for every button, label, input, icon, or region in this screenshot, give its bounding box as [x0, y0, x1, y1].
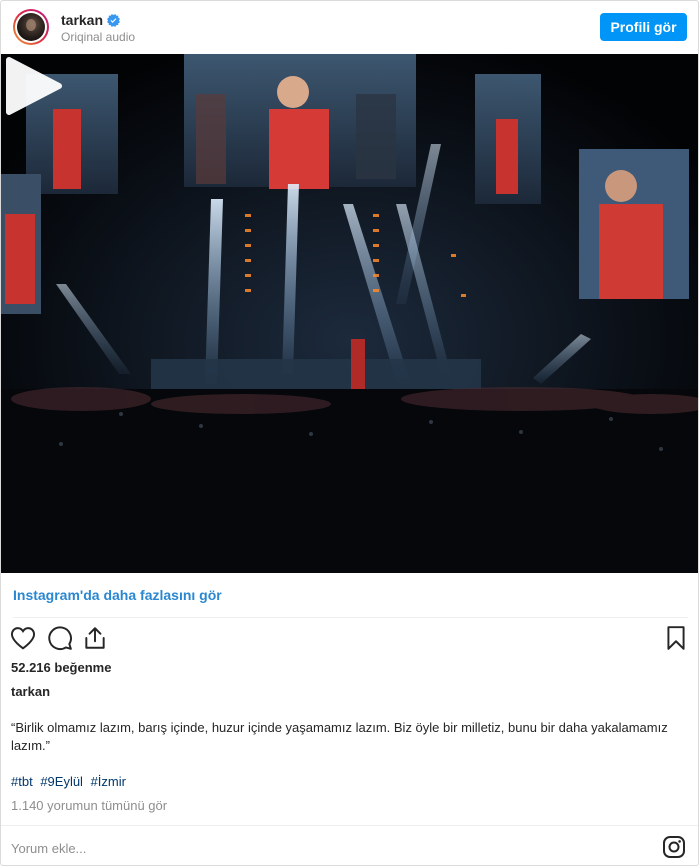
add-comment-input[interactable]: Yorum ekle...: [11, 841, 86, 856]
divider: [13, 617, 688, 618]
divider: [1, 825, 698, 826]
video-player[interactable]: [1, 54, 698, 573]
avatar-image: [17, 13, 45, 41]
post-header: tarkan Oriqinal audio Profili gör: [1, 1, 698, 54]
view-all-comments-link[interactable]: 1.140 yorumun tümünü gör: [11, 798, 167, 813]
share-icon[interactable]: [82, 625, 108, 651]
hashtag-link[interactable]: #9Eylül: [40, 774, 83, 789]
audio-subtitle[interactable]: Oriqinal audio: [61, 30, 135, 44]
comment-icon[interactable]: [47, 625, 73, 651]
caption-text: “Birlik olmamız lazım, barış içinde, huz…: [11, 720, 668, 753]
bookmark-icon[interactable]: [663, 625, 689, 651]
view-profile-button[interactable]: Profili gör: [600, 13, 687, 41]
avatar[interactable]: [13, 9, 49, 45]
concert-video-frame: [1, 54, 698, 573]
caption-username[interactable]: tarkan: [11, 684, 50, 699]
heart-icon[interactable]: [10, 625, 36, 651]
username-row[interactable]: tarkan: [61, 12, 121, 28]
verified-badge-icon: [107, 13, 121, 27]
view-more-on-instagram-link[interactable]: Instagram'da daha fazlasını gör: [13, 587, 222, 603]
action-bar: [1, 623, 698, 655]
instagram-logo-icon[interactable]: [662, 835, 686, 859]
username[interactable]: tarkan: [61, 12, 103, 28]
hashtag-list: #tbt #9Eylül #İzmir: [11, 774, 130, 789]
play-icon[interactable]: [1, 54, 65, 118]
instagram-embed-card: tarkan Oriqinal audio Profili gör Instag…: [0, 0, 699, 866]
hashtag-link[interactable]: #tbt: [11, 774, 33, 789]
like-count[interactable]: 52.216 beğenme: [11, 660, 111, 675]
hashtag-link[interactable]: #İzmir: [91, 774, 126, 789]
